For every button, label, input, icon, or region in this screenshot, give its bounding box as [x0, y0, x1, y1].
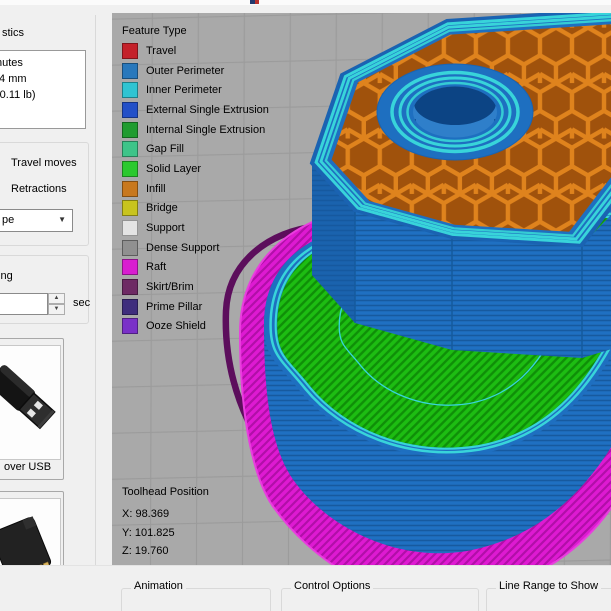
window-icon-sliver — [250, 0, 259, 4]
legend-item: Bridge — [122, 199, 269, 219]
legend-swatch — [122, 102, 138, 118]
legend-item-label: Support — [146, 222, 185, 234]
toolhead-position-title: Toolhead Position — [122, 486, 209, 498]
legend-swatch — [122, 200, 138, 216]
statistics-line: .4 mm — [0, 71, 85, 87]
spin-unit-label: sec — [73, 297, 90, 309]
timing-group: ting ▲ ▼ sec — [0, 255, 89, 324]
legend-item-label: Prime Pillar — [146, 301, 202, 313]
bottom-controls: Animation Control Options Line Range to … — [0, 565, 611, 611]
usb-plug-icon — [0, 346, 60, 459]
dropdown-value: pe — [2, 214, 14, 226]
usb-plug-image — [0, 345, 61, 460]
statistics-summary-box: nutes .4 mm (0.11 lb) — [0, 50, 86, 129]
legend-item-label: Bridge — [146, 202, 178, 214]
icon-fragment — [255, 0, 260, 4]
spinner-up-button[interactable]: ▲ — [48, 293, 65, 304]
legend-item: Ooze Shield — [122, 317, 269, 337]
checkbox-label-travel-moves[interactable]: Travel moves — [11, 157, 77, 169]
legend-swatch — [122, 240, 138, 256]
feature-type-legend: Feature Type Travel Outer Perimeter Inne… — [122, 25, 269, 336]
legend-item-label: External Single Extrusion — [146, 104, 269, 116]
spinner-buttons: ▲ ▼ — [48, 293, 65, 315]
preview-3d-viewport[interactable]: Feature Type Travel Outer Perimeter Inne… — [112, 13, 611, 565]
legend-item-label: Internal Single Extrusion — [146, 124, 265, 136]
statistics-line: nutes — [0, 55, 85, 71]
legend-item: Dense Support — [122, 238, 269, 258]
legend-item-label: Ooze Shield — [146, 320, 206, 332]
chevron-down-icon: ▼ — [58, 215, 66, 224]
sidebar-edge-divider — [95, 15, 96, 611]
left-sidebar: stics nutes .4 mm (0.11 lb) Travel moves… — [0, 5, 112, 611]
legend-item: Prime Pillar — [122, 297, 269, 317]
toolhead-x-value: X: 98.369 — [122, 505, 209, 524]
legend-swatch — [122, 82, 138, 98]
legend-swatch — [122, 141, 138, 157]
legend-item: Skirt/Brim — [122, 277, 269, 297]
legend-item-label: Infill — [146, 183, 166, 195]
legend-item: Internal Single Extrusion — [122, 120, 269, 140]
legend-item: Outer Perimeter — [122, 61, 269, 81]
animation-group: Animation — [121, 588, 271, 611]
statistics-title: stics — [2, 27, 24, 39]
legend-swatch — [122, 220, 138, 236]
legend-swatch — [122, 161, 138, 177]
legend-item: Solid Layer — [122, 159, 269, 179]
legend-item: Gap Fill — [122, 139, 269, 159]
legend-item-label: Outer Perimeter — [146, 65, 224, 77]
toolhead-y-value: Y: 101.825 — [122, 524, 209, 543]
legend-item-label: Inner Perimeter — [146, 84, 222, 96]
legend-swatch — [122, 279, 138, 295]
animation-group-label: Animation — [131, 580, 186, 592]
control-options-group: Control Options — [281, 588, 479, 611]
bore-hole — [377, 64, 533, 160]
legend-item-label: Solid Layer — [146, 163, 201, 175]
legend-item: Inner Perimeter — [122, 80, 269, 100]
display-options-group: Travel moves Retractions pe ▼ — [0, 142, 89, 246]
print-over-usb-button[interactable]: over USB — [0, 338, 64, 480]
timing-label: ting — [0, 270, 13, 282]
legend-item: Infill — [122, 179, 269, 199]
legend-swatch — [122, 122, 138, 138]
legend-item: Travel — [122, 41, 269, 61]
toolhead-position-panel: Toolhead Position X: 98.369 Y: 101.825 Z… — [122, 486, 209, 561]
legend-item-label: Dense Support — [146, 242, 219, 254]
spinner-down-button[interactable]: ▼ — [48, 304, 65, 315]
legend-title: Feature Type — [122, 25, 269, 37]
checkbox-label-retractions[interactable]: Retractions — [11, 183, 67, 195]
legend-item: Raft — [122, 258, 269, 278]
legend-item-label: Skirt/Brim — [146, 281, 194, 293]
legend-swatch — [122, 43, 138, 59]
duration-spinbox[interactable] — [0, 293, 48, 315]
line-range-group: Line Range to Show — [486, 588, 611, 611]
line-range-group-label: Line Range to Show — [496, 580, 601, 592]
usb-button-caption: over USB — [0, 461, 63, 473]
legend-item-label: Travel — [146, 45, 176, 57]
legend-swatch — [122, 181, 138, 197]
legend-item-label: Raft — [146, 261, 166, 273]
legend-item-label: Gap Fill — [146, 143, 184, 155]
legend-swatch — [122, 318, 138, 334]
legend-item: External Single Extrusion — [122, 100, 269, 120]
legend-swatch — [122, 299, 138, 315]
coloring-dropdown[interactable]: pe ▼ — [0, 209, 73, 232]
toolhead-z-value: Z: 19.760 — [122, 542, 209, 561]
legend-swatch — [122, 63, 138, 79]
statistics-line: (0.11 lb) — [0, 87, 85, 103]
control-options-group-label: Control Options — [291, 580, 373, 592]
legend-swatch — [122, 259, 138, 275]
legend-item: Support — [122, 218, 269, 238]
app-window: stics nutes .4 mm (0.11 lb) Travel moves… — [0, 0, 611, 611]
